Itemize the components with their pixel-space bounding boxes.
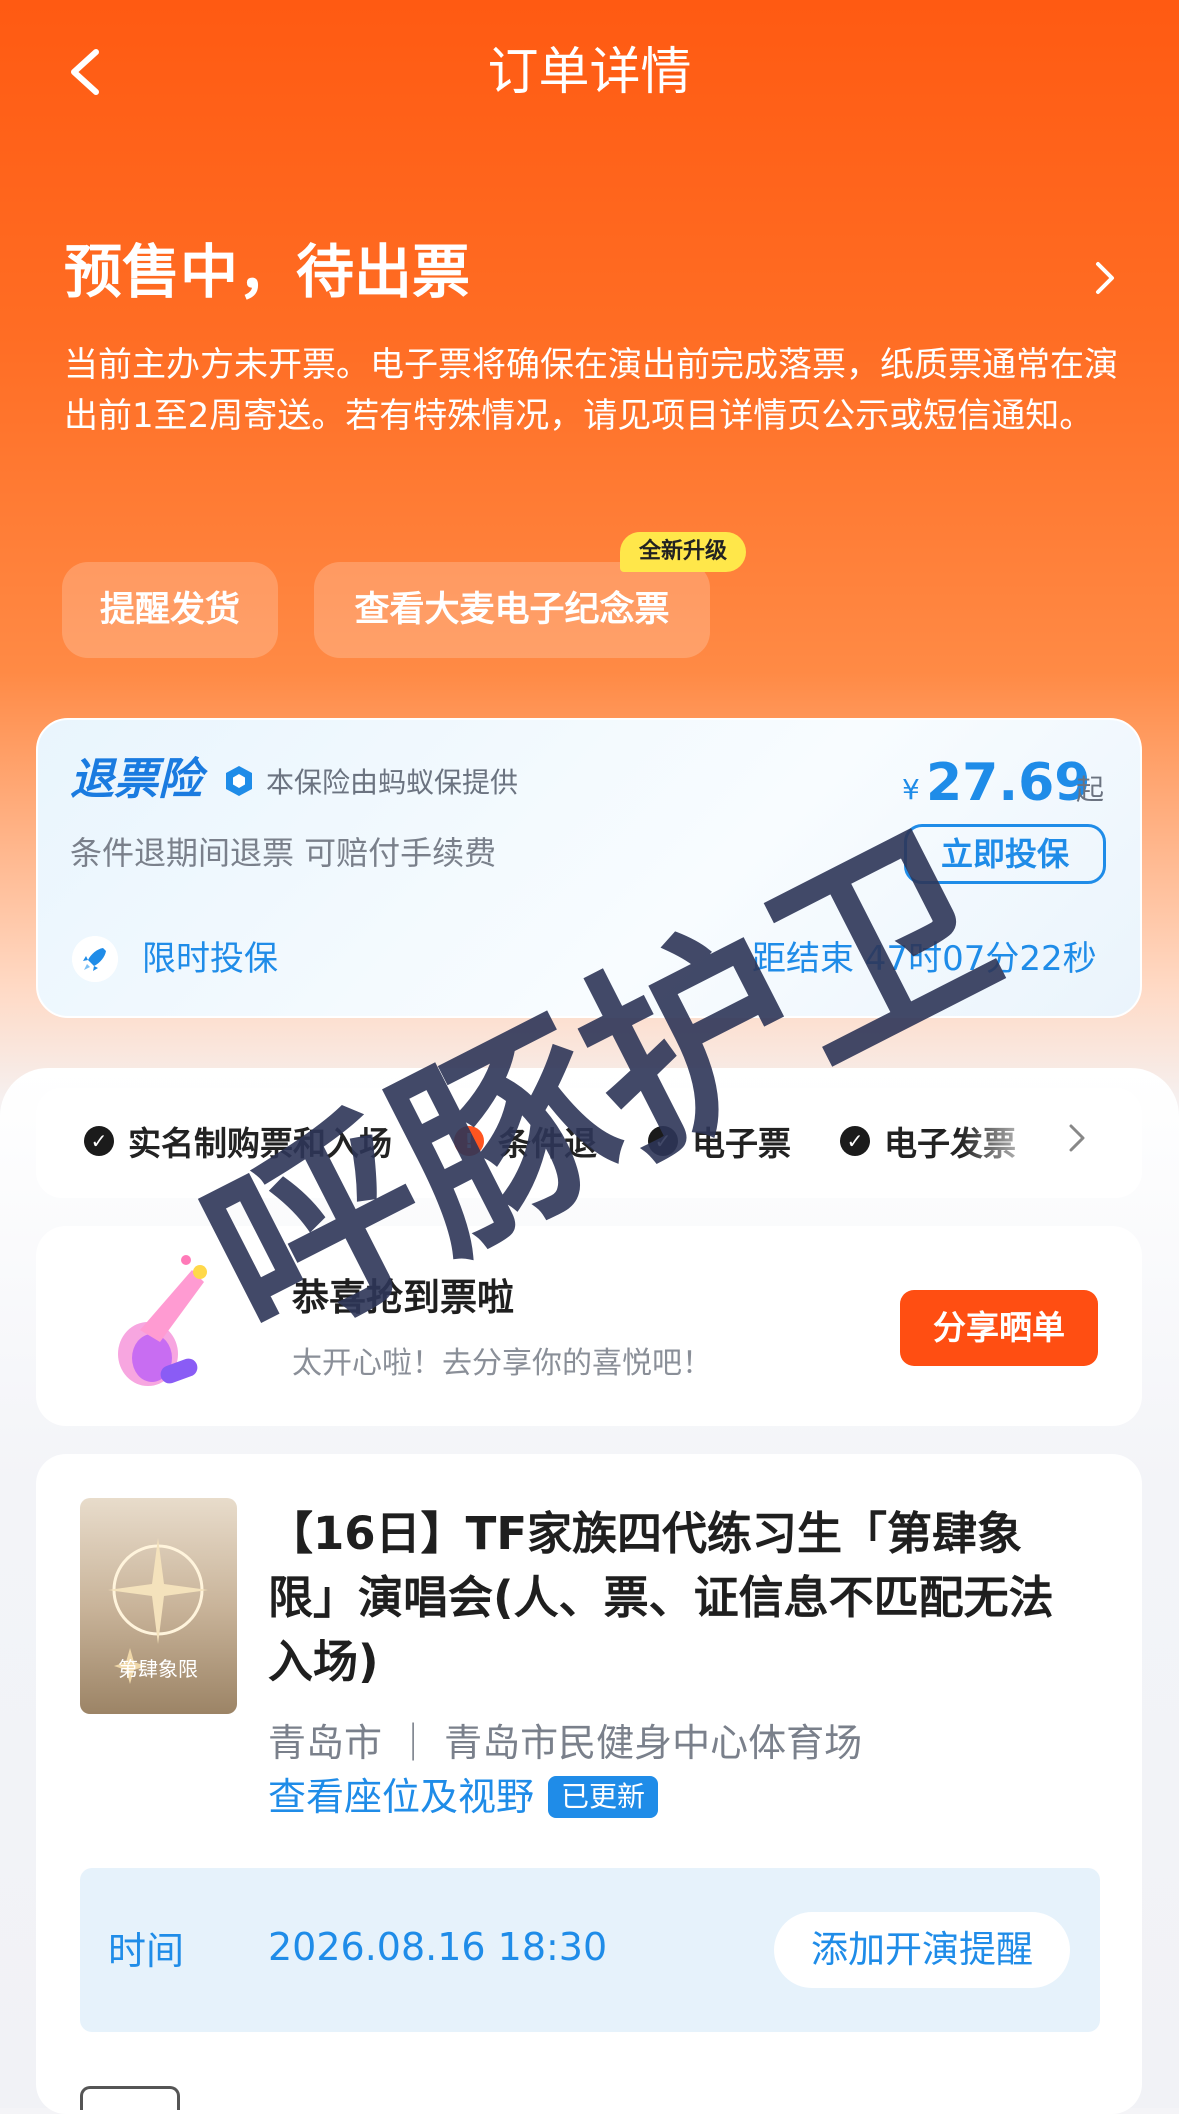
event-title[interactable]: 【16日】TF家族四代练习生「第肆象限」演唱会(人、票、证信息不匹配无法入场) [268,1502,1088,1694]
poster-image: 第肆象限 [80,1498,237,1714]
price-suffix: 起 [1076,773,1105,806]
share-title: 恭喜抢到票啦 [292,1276,514,1319]
add-show-reminder-button[interactable]: 添加开演提醒 [774,1912,1070,1988]
insurance-description: 条件退期间退票 可赔付手续费 [70,834,497,872]
insurance-countdown: 距结束 47时07分22秒 [752,939,1097,979]
time-label: 时间 [108,1929,185,1973]
order-status-title[interactable]: 预售中，待出票 [64,232,470,312]
buy-insurance-button[interactable]: 立即投保 [904,824,1106,884]
share-order-button[interactable]: 分享晒单 [900,1290,1098,1366]
share-subtitle: 太开心啦！去分享你的喜悦吧！ [292,1346,712,1381]
check-icon: ✓ [84,1126,114,1156]
chevron-right-icon[interactable] [1066,1120,1088,1156]
limited-time-label: 限时投保 [142,939,278,979]
tag-real-name: ✓ 实名制购票和入场 [84,1116,392,1166]
check-icon: ✓ [648,1126,678,1156]
event-poster[interactable]: 第肆象限 [80,1498,237,1714]
tag-conditional-refund: ! 条件退 [454,1116,597,1166]
rocket-icon [72,936,118,982]
remind-shipping-button[interactable]: 提醒发货 [62,562,278,658]
insurance-price: 27.69 [926,753,1091,813]
ant-insurance-logo-icon [226,766,252,796]
tag-label: 电子票 [692,1124,791,1163]
tag-fade-overlay [960,1100,1050,1180]
warning-icon: ! [454,1126,484,1156]
order-status-description: 当前主办方未开票。电子票将确保在演出前完成落票，纸质票通常在演出前1至2周寄送。… [64,345,1118,436]
view-memorial-ticket-button[interactable]: 查看大麦电子纪念票 [314,562,710,658]
tag-label: 条件退 [498,1124,597,1163]
chevron-right-icon[interactable] [1090,258,1120,298]
check-icon: ✓ [840,1126,870,1156]
currency-symbol: ¥ [902,773,920,806]
new-upgrade-badge: 全新升级 [620,532,746,572]
event-venue: 青岛市 ｜ 青岛市民健身中心体育场 [268,1721,863,1765]
view-seat-link[interactable]: 查看座位及视野 [268,1770,534,1824]
tag-label: 实名制购票和入场 [128,1124,392,1163]
insurance-provider: 本保险由蚂蚁保提供 [266,766,519,799]
insurance-title: 退票险 [70,754,202,805]
poster-title: 第肆象限 [118,1657,198,1681]
tag-e-ticket: ✓ 电子票 [648,1116,791,1166]
event-time: 2026.08.16 18:30 [268,1925,608,1969]
next-section-chip [80,2086,180,2110]
page-title: 订单详情 [487,43,692,102]
updated-badge: 已更新 [548,1776,658,1818]
party-popper-icon [118,1255,207,1386]
